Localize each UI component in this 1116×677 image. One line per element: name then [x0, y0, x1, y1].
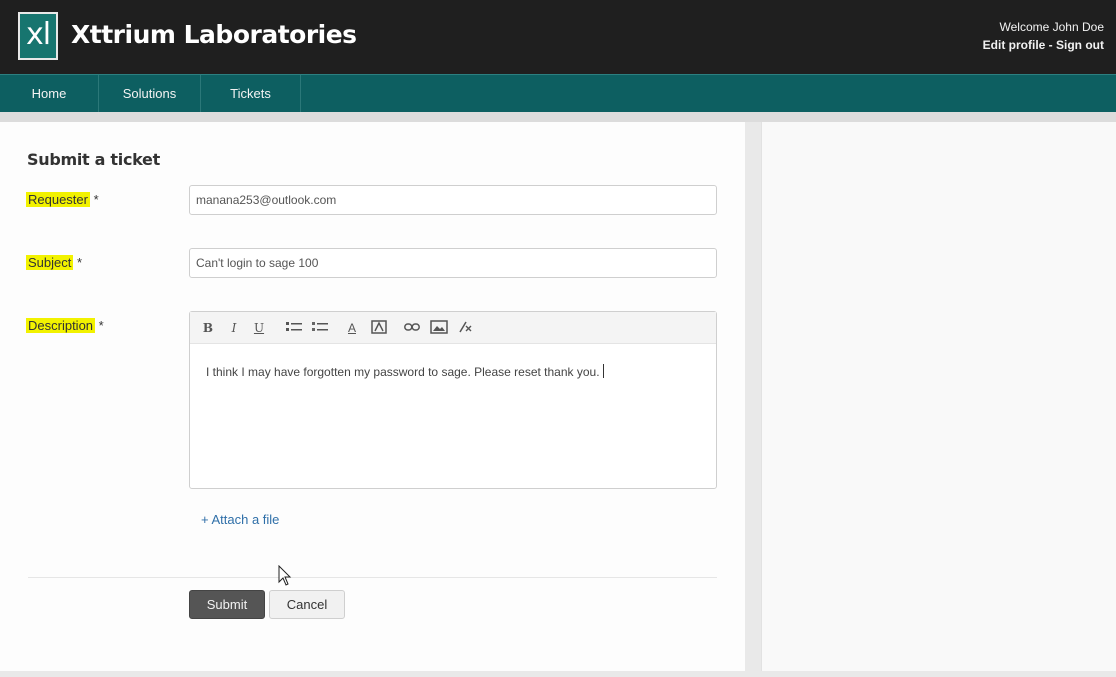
description-text[interactable]: I think I may have forgotten my password…: [206, 364, 604, 379]
description-label-text: Description: [26, 318, 96, 333]
logo-icon[interactable]: xl: [18, 12, 58, 60]
nav-home[interactable]: Home: [0, 75, 99, 112]
requester-input[interactable]: [189, 185, 717, 215]
text-caret: [602, 364, 604, 378]
text-color-icon[interactable]: A: [345, 320, 359, 336]
subject-label: Subject *: [26, 255, 82, 270]
image-icon[interactable]: [430, 320, 448, 336]
attach-file-link[interactable]: + Attach a file: [201, 512, 279, 527]
italic-icon[interactable]: I: [228, 320, 240, 336]
bold-icon[interactable]: B: [202, 320, 214, 336]
required-mark: *: [93, 192, 99, 207]
page-title: Submit a ticket: [27, 150, 160, 169]
requester-label-text: Requester: [26, 192, 90, 207]
underline-icon[interactable]: U: [253, 320, 265, 336]
clear-format-icon[interactable]: [457, 320, 473, 336]
requester-label: Requester *: [26, 192, 99, 207]
mouse-pointer-icon: [278, 564, 292, 592]
welcome-text: Welcome John Doe: [999, 20, 1105, 34]
subject-input[interactable]: [189, 248, 717, 278]
nav-solutions[interactable]: Solutions: [99, 75, 201, 112]
sign-out-link[interactable]: Sign out: [1056, 38, 1104, 52]
nav-tickets[interactable]: Tickets: [201, 75, 301, 112]
top-header: xl Xttrium Laboratories Welcome John Doe…: [0, 0, 1116, 74]
side-panel: [761, 122, 1116, 671]
main-nav: Home Solutions Tickets: [0, 74, 1116, 112]
background-color-icon[interactable]: [371, 320, 387, 336]
editor-toolbar: B I U A: [190, 312, 716, 344]
description-value: I think I may have forgotten my password…: [206, 365, 600, 379]
description-editor: B I U A I think I may have forgotten my …: [189, 311, 717, 489]
link-separator: -: [1045, 38, 1056, 52]
edit-profile-link[interactable]: Edit profile: [983, 38, 1046, 52]
header-shadow: [0, 112, 1116, 122]
required-mark: *: [98, 318, 104, 333]
link-icon[interactable]: [404, 320, 420, 336]
description-label: Description *: [26, 318, 104, 333]
account-links: Edit profile - Sign out: [983, 36, 1104, 54]
required-mark: *: [77, 255, 83, 270]
numbered-list-icon[interactable]: [312, 320, 328, 336]
brand-name[interactable]: Xttrium Laboratories: [71, 20, 357, 49]
submit-button[interactable]: Submit: [189, 590, 265, 619]
form-divider: [28, 577, 717, 578]
bulleted-list-icon[interactable]: [286, 320, 302, 336]
user-area: Welcome John Doe Edit profile - Sign out: [983, 18, 1104, 54]
cancel-button[interactable]: Cancel: [269, 590, 345, 619]
subject-label-text: Subject: [26, 255, 74, 270]
